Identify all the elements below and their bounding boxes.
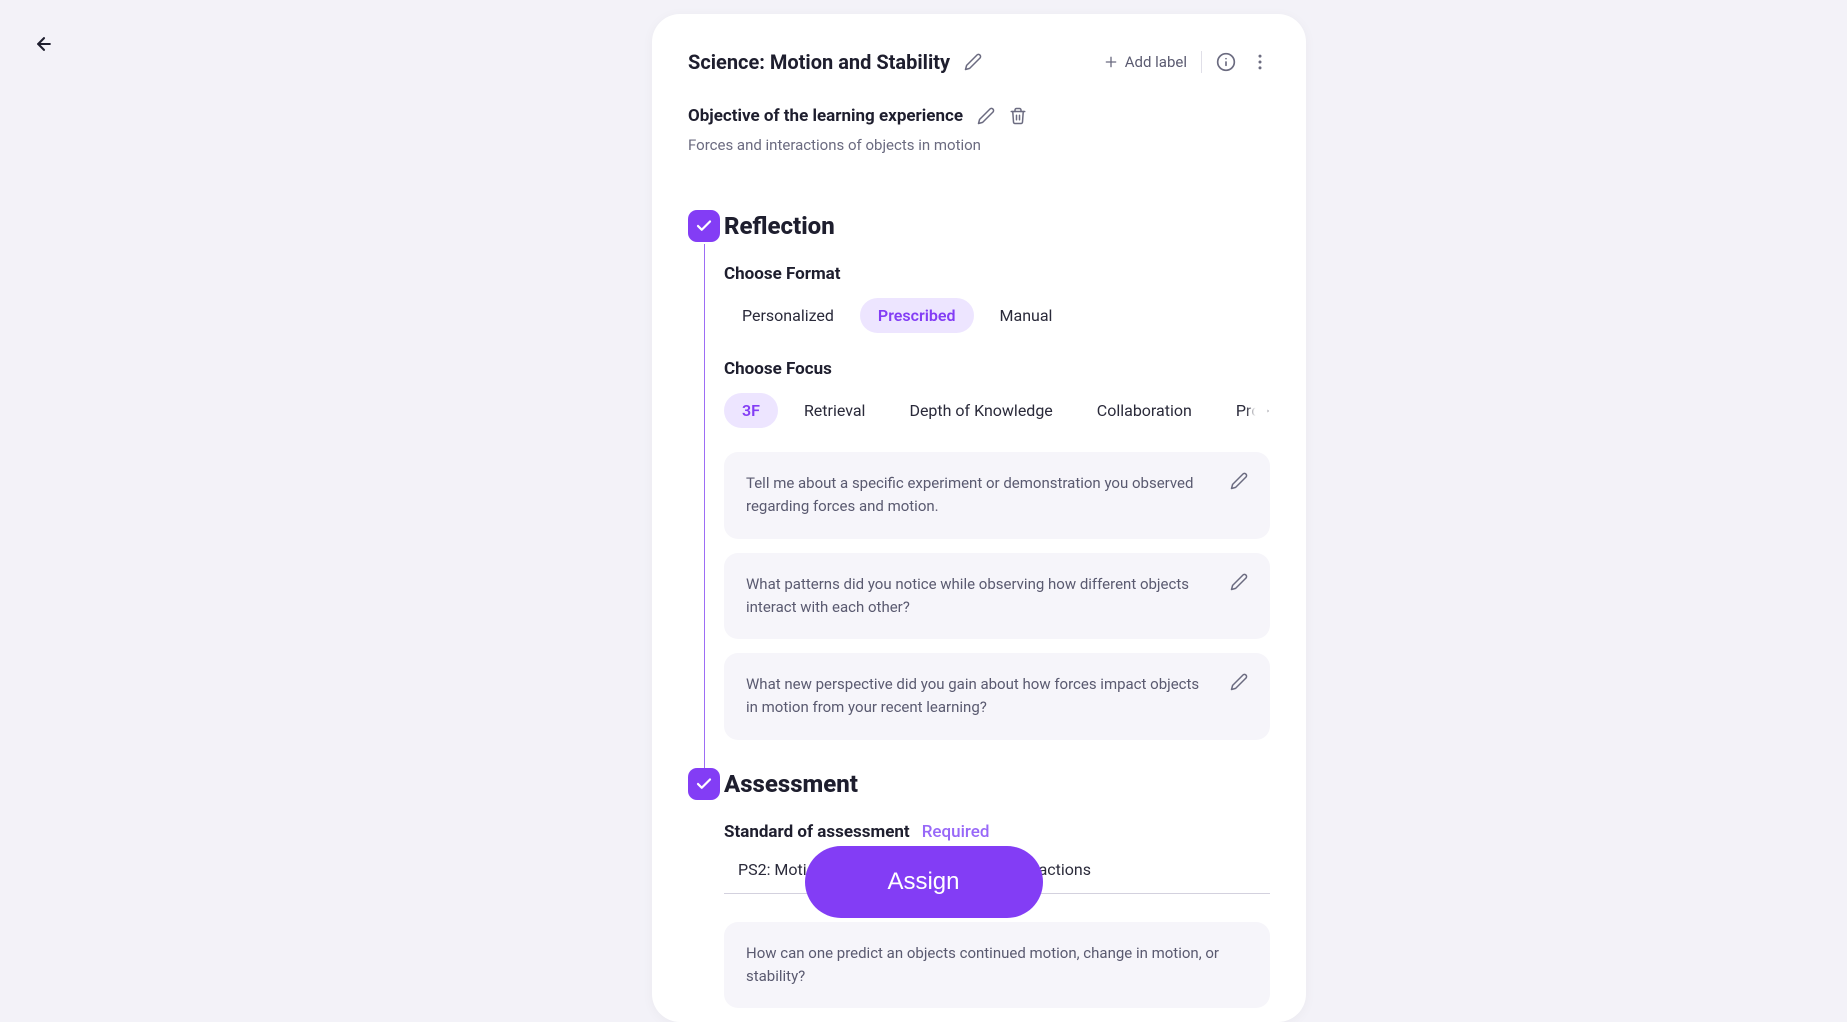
- card-header: Science: Motion and Stability Add label: [688, 50, 1270, 74]
- focus-chips: 3F Retrieval Depth of Knowledge Collabor…: [724, 393, 1270, 428]
- add-label-text: Add label: [1125, 53, 1187, 71]
- more-icon[interactable]: [1250, 52, 1270, 72]
- prompt-text: How can one predict an objects continued…: [746, 942, 1248, 989]
- prompt-card: What patterns did you notice while obser…: [724, 553, 1270, 640]
- delete-objective-icon[interactable]: [1009, 107, 1027, 125]
- prompt-card: How can one predict an objects continued…: [724, 922, 1270, 1009]
- divider: [1201, 51, 1202, 73]
- format-label: Choose Format: [724, 264, 1270, 284]
- standard-label: Standard of assessment: [724, 822, 910, 842]
- format-personalized[interactable]: Personalized: [724, 298, 852, 333]
- objective-text: Forces and interactions of objects in mo…: [688, 136, 1270, 154]
- focus-label: Choose Focus: [724, 359, 1270, 379]
- reflection-title: Reflection: [724, 210, 1270, 242]
- focus-depth[interactable]: Depth of Knowledge: [891, 393, 1070, 428]
- format-prescribed[interactable]: Prescribed: [860, 298, 974, 333]
- add-label-button[interactable]: Add label: [1103, 53, 1187, 71]
- objective-row: Objective of the learning experience: [688, 106, 1270, 126]
- format-chips: Personalized Prescribed Manual: [724, 298, 1270, 333]
- edit-prompt-icon[interactable]: [1230, 472, 1248, 490]
- info-icon[interactable]: [1216, 52, 1236, 72]
- focus-collaboration[interactable]: Collaboration: [1079, 393, 1210, 428]
- prompt-card: Tell me about a specific experiment or d…: [724, 452, 1270, 539]
- focus-scroll-right-icon[interactable]: [1246, 399, 1270, 423]
- focus-3f[interactable]: 3F: [724, 393, 778, 428]
- reflection-section: Reflection Choose Format Personalized Pr…: [688, 210, 1270, 740]
- header-actions: Add label: [1103, 51, 1270, 73]
- edit-prompt-icon[interactable]: [1230, 673, 1248, 691]
- edit-prompt-icon[interactable]: [1230, 573, 1248, 591]
- title-row: Science: Motion and Stability: [688, 50, 982, 74]
- edit-objective-icon[interactable]: [977, 107, 995, 125]
- standard-label-row: Standard of assessment Required: [724, 822, 1270, 842]
- assign-button[interactable]: Assign: [805, 846, 1043, 918]
- prompt-text: What new perspective did you gain about …: [746, 673, 1214, 720]
- prompt-text: What patterns did you notice while obser…: [746, 573, 1214, 620]
- objective-label: Objective of the learning experience: [688, 106, 963, 126]
- prompt-card: What new perspective did you gain about …: [724, 653, 1270, 740]
- assign-label: Assign: [887, 868, 959, 896]
- reflection-check-icon[interactable]: [688, 210, 720, 242]
- back-button[interactable]: [32, 32, 56, 56]
- required-tag: Required: [922, 822, 990, 842]
- prompt-text: Tell me about a specific experiment or d…: [746, 472, 1214, 519]
- format-manual[interactable]: Manual: [982, 298, 1071, 333]
- page-title: Science: Motion and Stability: [688, 50, 950, 74]
- edit-title-icon[interactable]: [964, 53, 982, 71]
- focus-retrieval[interactable]: Retrieval: [786, 393, 884, 428]
- assessment-check-icon[interactable]: [688, 768, 720, 800]
- assessment-title: Assessment: [724, 768, 1270, 800]
